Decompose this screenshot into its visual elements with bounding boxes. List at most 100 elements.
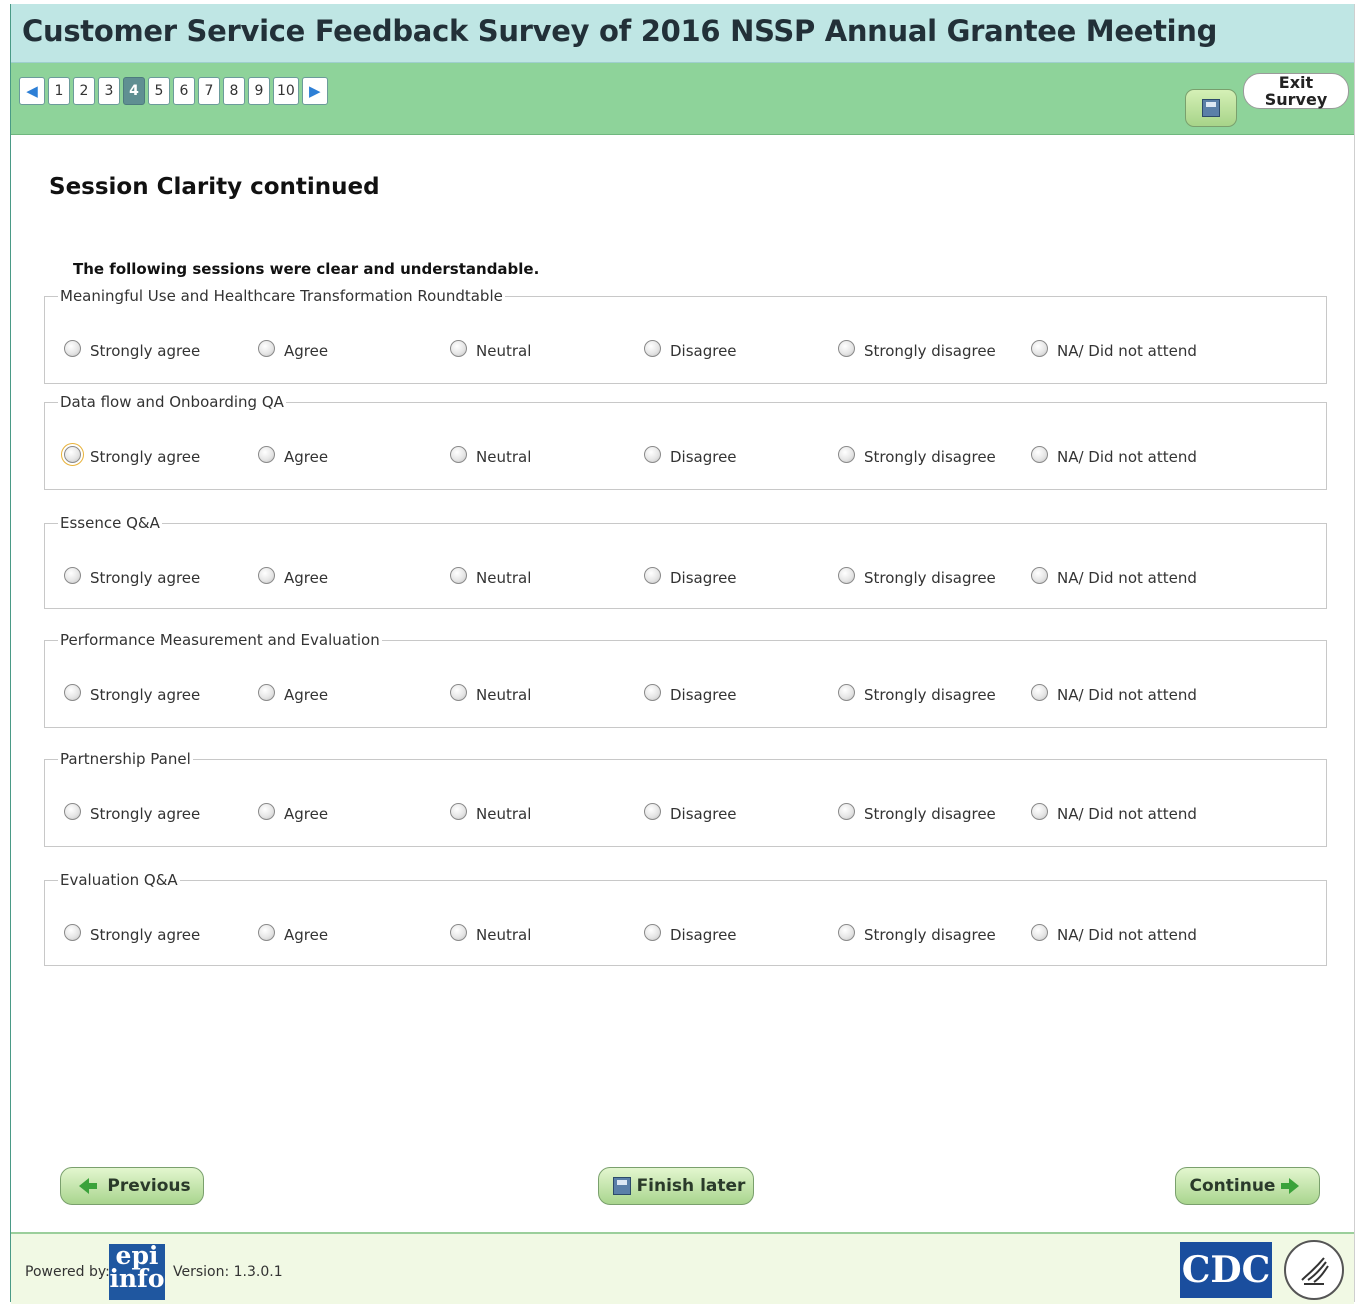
option-label: Disagree	[670, 686, 737, 704]
option-strongly-disagree[interactable]: Strongly disagree	[838, 923, 996, 944]
radio-button[interactable]	[838, 339, 855, 357]
radio-button[interactable]	[644, 683, 661, 701]
option-strongly-agree[interactable]: Strongly agree	[64, 683, 200, 704]
option-agree[interactable]: Agree	[258, 923, 328, 944]
option-disagree[interactable]: Disagree	[644, 802, 737, 823]
option-strongly-disagree[interactable]: Strongly disagree	[838, 339, 996, 360]
radio-button[interactable]	[64, 923, 81, 941]
previous-button[interactable]: Previous	[60, 1167, 204, 1205]
page-9-button[interactable]: 9	[248, 77, 270, 105]
option-strongly-agree[interactable]: Strongly agree	[64, 566, 200, 587]
option-strongly-disagree[interactable]: Strongly disagree	[838, 683, 996, 704]
option-neutral[interactable]: Neutral	[450, 923, 531, 944]
option-agree[interactable]: Agree	[258, 339, 329, 360]
page-2-button[interactable]: 2	[73, 77, 95, 105]
radio-button[interactable]	[450, 566, 467, 584]
page-10-button[interactable]: 10	[273, 77, 299, 105]
option-neutral[interactable]: Neutral	[450, 802, 532, 823]
page-1-button[interactable]: 1	[48, 77, 70, 105]
option-strongly-disagree[interactable]: Strongly disagree	[838, 445, 996, 466]
radio-button[interactable]	[838, 802, 855, 820]
radio-button[interactable]	[644, 566, 661, 584]
page-7-button[interactable]: 7	[198, 77, 220, 105]
option-na-did-not-attend[interactable]: NA/ Did not attend	[1031, 566, 1197, 587]
option-na-did-not-attend[interactable]: NA/ Did not attend	[1031, 683, 1197, 704]
finish-later-button[interactable]: Finish later	[598, 1167, 754, 1205]
radio-button[interactable]	[61, 442, 84, 466]
radio-button[interactable]	[450, 923, 467, 941]
option-neutral[interactable]: Neutral	[450, 566, 531, 587]
option-neutral[interactable]: Neutral	[450, 445, 531, 466]
page-6-button[interactable]: 6	[173, 77, 195, 105]
radio-button[interactable]	[258, 445, 275, 463]
radio-button[interactable]	[64, 566, 81, 584]
radio-button[interactable]	[450, 683, 467, 701]
radio-button[interactable]	[258, 566, 275, 584]
radio-button[interactable]	[64, 683, 81, 701]
option-disagree[interactable]: Disagree	[644, 923, 737, 944]
page-4-button[interactable]: 4	[123, 77, 145, 105]
radio-button[interactable]	[644, 339, 661, 357]
option-na-did-not-attend[interactable]: NA/ Did not attend	[1031, 802, 1197, 823]
next-page-icon[interactable]: ▶	[301, 77, 328, 105]
option-disagree[interactable]: Disagree	[644, 339, 737, 360]
radio-button[interactable]	[450, 445, 467, 463]
option-agree[interactable]: Agree	[258, 683, 328, 704]
option-disagree[interactable]: Disagree	[644, 683, 737, 704]
radio-button[interactable]	[64, 339, 81, 357]
option-neutral[interactable]: Neutral	[450, 683, 531, 704]
radio-button[interactable]	[838, 923, 855, 941]
continue-button[interactable]: Continue	[1175, 1167, 1320, 1205]
option-strongly-disagree[interactable]: Strongly disagree	[838, 802, 996, 823]
radio-button[interactable]	[64, 802, 81, 820]
option-label: Agree	[284, 342, 329, 360]
option-strongly-agree[interactable]: Strongly agree	[64, 802, 200, 823]
option-strongly-agree[interactable]: Strongly agree	[64, 339, 200, 360]
option-agree[interactable]: Agree	[258, 802, 328, 823]
radio-button[interactable]	[644, 445, 661, 463]
option-disagree[interactable]: Disagree	[644, 566, 737, 587]
radio-button[interactable]	[258, 923, 275, 941]
option-agree[interactable]: Agree	[258, 445, 328, 466]
prev-page-icon[interactable]: ◀	[19, 77, 45, 105]
radio-button[interactable]	[258, 683, 275, 701]
radio-button[interactable]	[1031, 683, 1048, 701]
radio-button[interactable]	[450, 802, 467, 820]
option-disagree[interactable]: Disagree	[644, 445, 737, 466]
option-na-did-not-attend[interactable]: NA/ Did not attend	[1031, 923, 1197, 944]
option-label: Disagree	[670, 805, 737, 823]
survey-title: Customer Service Feedback Survey of 2016…	[22, 14, 1218, 48]
radio-button[interactable]	[1031, 923, 1048, 941]
option-label: Strongly disagree	[864, 926, 996, 944]
radio-button[interactable]	[1031, 566, 1048, 584]
option-agree[interactable]: Agree	[258, 566, 328, 587]
radio-button[interactable]	[1031, 339, 1048, 357]
option-label: Disagree	[670, 448, 737, 466]
cdc-logo: CDC	[1180, 1242, 1272, 1298]
radio-button[interactable]	[1031, 445, 1048, 463]
radio-button[interactable]	[838, 566, 855, 584]
option-strongly-disagree[interactable]: Strongly disagree	[838, 566, 996, 587]
radio-button[interactable]	[258, 339, 275, 357]
page-8-button[interactable]: 8	[223, 77, 245, 105]
epi-info-logo: epi info	[109, 1243, 165, 1300]
radio-button[interactable]	[644, 923, 661, 941]
previous-label: Previous	[107, 1176, 191, 1196]
option-na-did-not-attend[interactable]: NA/ Did not attend	[1031, 445, 1197, 466]
option-neutral[interactable]: Neutral	[450, 339, 531, 360]
radio-button[interactable]	[838, 445, 855, 463]
radio-button[interactable]	[838, 683, 855, 701]
radio-button[interactable]	[1031, 802, 1048, 820]
page-3-button[interactable]: 3	[98, 77, 120, 105]
save-button[interactable]	[1185, 89, 1237, 127]
page-5-button[interactable]: 5	[148, 77, 170, 105]
option-strongly-agree[interactable]: Strongly agree	[61, 442, 200, 466]
option-na-did-not-attend[interactable]: NA/ Did not attend	[1031, 339, 1197, 360]
option-label: Neutral	[476, 805, 532, 823]
radio-button[interactable]	[644, 802, 661, 820]
option-label: Strongly disagree	[864, 342, 996, 360]
radio-button[interactable]	[258, 802, 275, 820]
exit-survey-button[interactable]: Exit Survey	[1243, 73, 1349, 109]
radio-button[interactable]	[450, 339, 467, 357]
option-strongly-agree[interactable]: Strongly agree	[64, 923, 200, 944]
